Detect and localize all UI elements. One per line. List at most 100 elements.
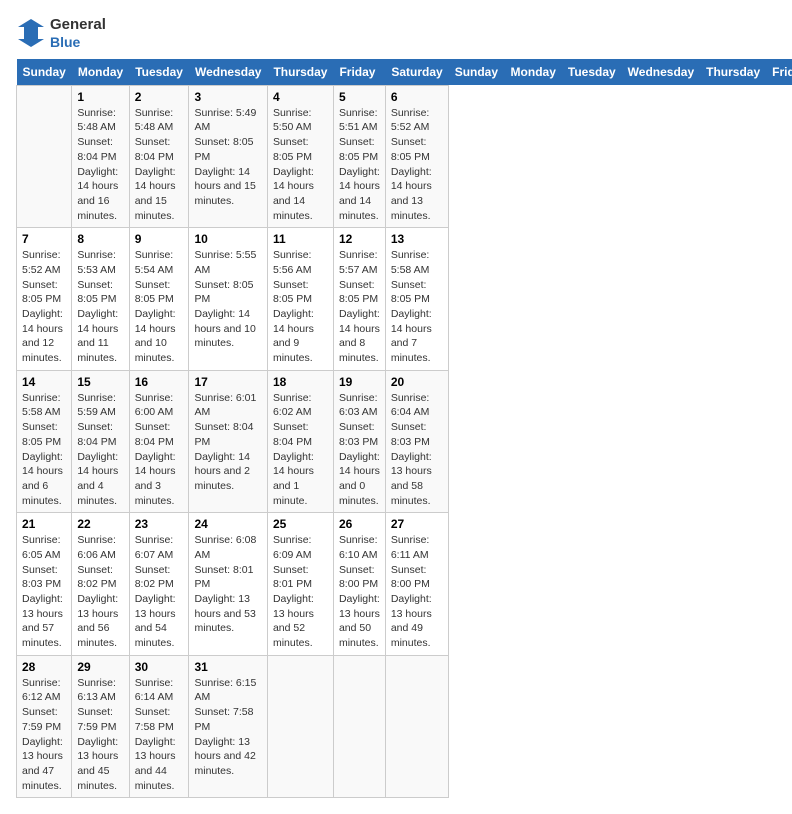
day-info: Sunrise: 5:56 AMSunset: 8:05 PMDaylight:… bbox=[273, 248, 328, 366]
header-thursday: Thursday bbox=[267, 59, 333, 86]
day-info: Sunrise: 6:11 AMSunset: 8:00 PMDaylight:… bbox=[391, 533, 443, 651]
day-info: Sunrise: 5:52 AMSunset: 8:05 PMDaylight:… bbox=[22, 248, 66, 366]
calendar-cell: 31Sunrise: 6:15 AMSunset: 7:58 PMDayligh… bbox=[189, 655, 267, 798]
day-number: 18 bbox=[273, 375, 328, 389]
day-info: Sunrise: 5:54 AMSunset: 8:05 PMDaylight:… bbox=[135, 248, 184, 366]
calendar-cell: 20 Sunrise: 6:04 AMSunset: 8:03 PMDayligh… bbox=[385, 370, 448, 513]
header-sunday: Sunday bbox=[17, 59, 72, 86]
header-monday: Monday bbox=[505, 59, 562, 86]
header-monday: Monday bbox=[72, 59, 129, 86]
day-info: Sunrise: 5:49 AMSunset: 8:05 PMDaylight:… bbox=[194, 106, 261, 209]
day-info: Sunrise: 5:58 AMSunset: 8:05 PMDaylight:… bbox=[391, 248, 443, 366]
calendar-cell: 6 Sunrise: 5:52 AMSunset: 8:05 PMDaylight… bbox=[385, 85, 448, 228]
day-info: Sunrise: 6:12 AMSunset: 7:59 PMDaylight:… bbox=[22, 676, 66, 794]
header-saturday: Saturday bbox=[385, 59, 448, 86]
day-number: 23 bbox=[135, 517, 184, 531]
day-info: Sunrise: 6:13 AMSunset: 7:59 PMDaylight:… bbox=[77, 676, 123, 794]
calendar-cell: 26 Sunrise: 6:10 AMSunset: 8:00 PMDayligh… bbox=[333, 513, 385, 656]
calendar-cell: 22Sunrise: 6:06 AMSunset: 8:02 PMDayligh… bbox=[72, 513, 129, 656]
calendar-cell: 14 Sunrise: 5:58 AMSunset: 8:05 PMDayligh… bbox=[17, 370, 72, 513]
day-number: 13 bbox=[391, 232, 443, 246]
day-info: Sunrise: 5:53 AMSunset: 8:05 PMDaylight:… bbox=[77, 248, 123, 366]
week-row-5: 28 Sunrise: 6:12 AMSunset: 7:59 PMDayligh… bbox=[17, 655, 792, 798]
logo-bird-icon bbox=[16, 17, 46, 49]
calendar-cell: 1 Sunrise: 5:48 AMSunset: 8:04 PMDaylight… bbox=[72, 85, 129, 228]
day-number: 21 bbox=[22, 517, 66, 531]
day-info: Sunrise: 6:01 AMSunset: 8:04 PMDaylight:… bbox=[194, 391, 261, 494]
day-info: Sunrise: 5:52 AMSunset: 8:05 PMDaylight:… bbox=[391, 106, 443, 224]
calendar-cell: 7 Sunrise: 5:52 AMSunset: 8:05 PMDaylight… bbox=[17, 228, 72, 371]
day-info: Sunrise: 6:07 AMSunset: 8:02 PMDaylight:… bbox=[135, 533, 184, 651]
day-number: 11 bbox=[273, 232, 328, 246]
day-number: 19 bbox=[339, 375, 380, 389]
day-number: 26 bbox=[339, 517, 380, 531]
logo-text: General Blue bbox=[50, 16, 106, 51]
calendar-cell bbox=[267, 655, 333, 798]
day-number: 1 bbox=[77, 90, 123, 104]
day-number: 30 bbox=[135, 660, 184, 674]
calendar-cell: 11 Sunrise: 5:56 AMSunset: 8:05 PMDayligh… bbox=[267, 228, 333, 371]
day-number: 29 bbox=[77, 660, 123, 674]
calendar-cell: 25 Sunrise: 6:09 AMSunset: 8:01 PMDayligh… bbox=[267, 513, 333, 656]
header-friday: Friday bbox=[766, 59, 792, 86]
day-info: Sunrise: 5:58 AMSunset: 8:05 PMDaylight:… bbox=[22, 391, 66, 509]
day-number: 14 bbox=[22, 375, 66, 389]
calendar-cell: 8Sunrise: 5:53 AMSunset: 8:05 PMDaylight… bbox=[72, 228, 129, 371]
header-tuesday: Tuesday bbox=[562, 59, 622, 86]
day-info: Sunrise: 6:04 AMSunset: 8:03 PMDaylight:… bbox=[391, 391, 443, 509]
calendar-cell: 21Sunrise: 6:05 AMSunset: 8:03 PMDayligh… bbox=[17, 513, 72, 656]
day-number: 9 bbox=[135, 232, 184, 246]
week-row-4: 21Sunrise: 6:05 AMSunset: 8:03 PMDayligh… bbox=[17, 513, 792, 656]
calendar-cell: 4 Sunrise: 5:50 AMSunset: 8:05 PMDaylight… bbox=[267, 85, 333, 228]
day-info: Sunrise: 6:03 AMSunset: 8:03 PMDaylight:… bbox=[339, 391, 380, 509]
calendar-cell bbox=[333, 655, 385, 798]
day-info: Sunrise: 5:48 AMSunset: 8:04 PMDaylight:… bbox=[77, 106, 123, 224]
day-info: Sunrise: 6:14 AMSunset: 7:58 PMDaylight:… bbox=[135, 676, 184, 794]
calendar-cell: 28 Sunrise: 6:12 AMSunset: 7:59 PMDayligh… bbox=[17, 655, 72, 798]
day-number: 10 bbox=[194, 232, 261, 246]
day-info: Sunrise: 6:00 AMSunset: 8:04 PMDaylight:… bbox=[135, 391, 184, 509]
calendar-cell: 3 Sunrise: 5:49 AMSunset: 8:05 PMDaylight… bbox=[189, 85, 267, 228]
page-header: General Blue bbox=[16, 16, 776, 51]
day-number: 7 bbox=[22, 232, 66, 246]
calendar-cell: 16Sunrise: 6:00 AMSunset: 8:04 PMDayligh… bbox=[129, 370, 189, 513]
day-info: Sunrise: 6:09 AMSunset: 8:01 PMDaylight:… bbox=[273, 533, 328, 651]
day-info: Sunrise: 5:50 AMSunset: 8:05 PMDaylight:… bbox=[273, 106, 328, 224]
day-number: 4 bbox=[273, 90, 328, 104]
calendar-cell bbox=[17, 85, 72, 228]
calendar-cell: 23 Sunrise: 6:07 AMSunset: 8:02 PMDayligh… bbox=[129, 513, 189, 656]
calendar-cell: 2Sunrise: 5:48 AMSunset: 8:04 PMDaylight… bbox=[129, 85, 189, 228]
calendar-cell: 15Sunrise: 5:59 AMSunset: 8:04 PMDayligh… bbox=[72, 370, 129, 513]
day-info: Sunrise: 5:55 AMSunset: 8:05 PMDaylight:… bbox=[194, 248, 261, 351]
header-thursday: Thursday bbox=[700, 59, 766, 86]
day-info: Sunrise: 6:15 AMSunset: 7:58 PMDaylight:… bbox=[194, 676, 261, 779]
day-number: 28 bbox=[22, 660, 66, 674]
day-number: 17 bbox=[194, 375, 261, 389]
day-info: Sunrise: 6:10 AMSunset: 8:00 PMDaylight:… bbox=[339, 533, 380, 651]
logo: General Blue bbox=[16, 16, 106, 51]
header-friday: Friday bbox=[333, 59, 385, 86]
day-number: 6 bbox=[391, 90, 443, 104]
day-info: Sunrise: 5:57 AMSunset: 8:05 PMDaylight:… bbox=[339, 248, 380, 366]
day-number: 25 bbox=[273, 517, 328, 531]
day-number: 5 bbox=[339, 90, 380, 104]
day-info: Sunrise: 6:08 AMSunset: 8:01 PMDaylight:… bbox=[194, 533, 261, 636]
day-info: Sunrise: 5:48 AMSunset: 8:04 PMDaylight:… bbox=[135, 106, 184, 224]
day-number: 3 bbox=[194, 90, 261, 104]
day-number: 27 bbox=[391, 517, 443, 531]
calendar-table: SundayMondayTuesdayWednesdayThursdayFrid… bbox=[16, 59, 792, 799]
calendar-cell: 24 Sunrise: 6:08 AMSunset: 8:01 PMDayligh… bbox=[189, 513, 267, 656]
week-row-1: 1 Sunrise: 5:48 AMSunset: 8:04 PMDaylight… bbox=[17, 85, 792, 228]
day-number: 20 bbox=[391, 375, 443, 389]
day-number: 15 bbox=[77, 375, 123, 389]
calendar-cell: 29 Sunrise: 6:13 AMSunset: 7:59 PMDayligh… bbox=[72, 655, 129, 798]
week-row-2: 7 Sunrise: 5:52 AMSunset: 8:05 PMDaylight… bbox=[17, 228, 792, 371]
day-info: Sunrise: 6:06 AMSunset: 8:02 PMDaylight:… bbox=[77, 533, 123, 651]
day-number: 24 bbox=[194, 517, 261, 531]
day-info: Sunrise: 6:02 AMSunset: 8:04 PMDaylight:… bbox=[273, 391, 328, 509]
calendar-cell: 18 Sunrise: 6:02 AMSunset: 8:04 PMDayligh… bbox=[267, 370, 333, 513]
logo-container: General Blue bbox=[16, 16, 106, 51]
calendar-cell: 30 Sunrise: 6:14 AMSunset: 7:58 PMDayligh… bbox=[129, 655, 189, 798]
week-row-3: 14 Sunrise: 5:58 AMSunset: 8:05 PMDayligh… bbox=[17, 370, 792, 513]
calendar-cell: 19 Sunrise: 6:03 AMSunset: 8:03 PMDayligh… bbox=[333, 370, 385, 513]
